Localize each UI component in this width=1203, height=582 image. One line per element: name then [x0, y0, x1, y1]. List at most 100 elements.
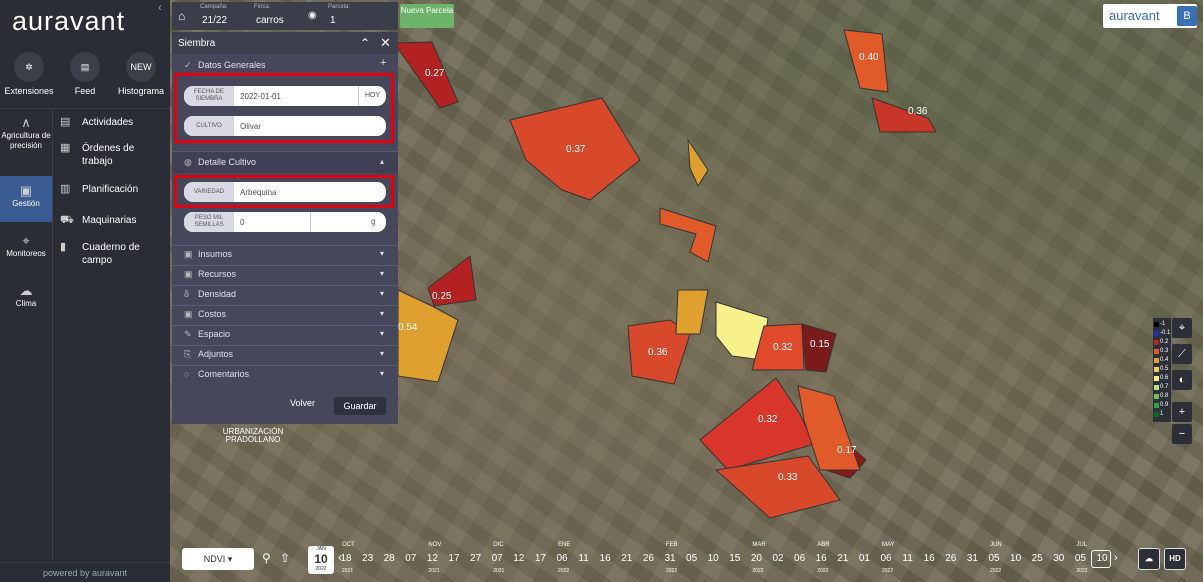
timeline-next-icon[interactable]: ›: [1114, 552, 1118, 564]
menu-ordenes[interactable]: ▦ Órdenes de trabajo: [60, 142, 165, 172]
campaign-value[interactable]: 21/22: [202, 15, 227, 26]
farm-value[interactable]: carros: [256, 15, 284, 26]
timeline-date[interactable]: 10: [701, 553, 725, 564]
timeline-date[interactable]: 05: [982, 553, 1006, 564]
ndvi-value: 0.36: [648, 347, 668, 358]
plot-value[interactable]: 1: [330, 15, 336, 26]
timeline-date[interactable]: 21: [831, 553, 855, 564]
notebook-icon: ▮: [60, 241, 67, 253]
section-recursos[interactable]: ▣ Recursos ▾: [172, 265, 398, 283]
timeline-date[interactable]: 17: [528, 553, 552, 564]
chevron-down-icon[interactable]: ▾: [380, 289, 384, 298]
timeline-date[interactable]: 16: [809, 553, 833, 564]
ndvi-value: 0.37: [566, 144, 586, 155]
chevron-up-icon[interactable]: ▴: [380, 157, 384, 166]
variety-field[interactable]: VARIEDAD Arbequina: [184, 182, 386, 202]
timeline-date[interactable]: 30: [1047, 553, 1071, 564]
histogram-button[interactable]: NEW Histograma: [113, 52, 169, 96]
timeline-date[interactable]: 12: [420, 553, 444, 564]
crop-field[interactable]: CULTIVO Olivar: [184, 116, 386, 136]
location-pin-icon[interactable]: ⌖: [1172, 318, 1192, 338]
search-icon[interactable]: ⚲: [262, 551, 271, 565]
timeline-date[interactable]: 16: [593, 553, 617, 564]
chevron-down-icon[interactable]: ▾: [380, 369, 384, 378]
timeline-date[interactable]: 23: [356, 553, 380, 564]
nav-agricultura[interactable]: ∧ Agricultura de precisión: [0, 116, 52, 174]
feed-button[interactable]: ▤ Feed: [57, 52, 113, 96]
timeline-date[interactable]: 05: [1068, 553, 1092, 564]
calendar-button[interactable]: JAN 10 2022: [308, 546, 334, 574]
timeline-date[interactable]: 25: [1025, 553, 1049, 564]
chevron-down-icon[interactable]: ▾: [380, 309, 384, 318]
timeline-date[interactable]: 26: [636, 553, 660, 564]
zoom-out-button[interactable]: −: [1172, 424, 1192, 444]
menu-actividades[interactable]: ▤ Actividades: [60, 116, 165, 132]
menu-cuaderno[interactable]: ▮ Cuaderno de campo: [60, 241, 165, 271]
plus-icon[interactable]: +: [380, 57, 386, 69]
contrast-icon[interactable]: ◐: [1172, 370, 1192, 390]
timeline-date[interactable]: 16: [917, 553, 941, 564]
timeline-date[interactable]: 02: [766, 553, 790, 564]
timeline-date[interactable]: 06: [788, 553, 812, 564]
timeline-date[interactable]: 27: [464, 553, 488, 564]
nav-monitoreos[interactable]: ⌖ Monitoreos: [0, 234, 52, 272]
seed-weight-field[interactable]: PESO MIL SEMILLAS 0 g: [184, 212, 386, 232]
back-button[interactable]: Volver: [290, 398, 315, 408]
section-costos[interactable]: ▣ Costos ▾: [172, 305, 398, 323]
avatar[interactable]: B: [1177, 6, 1197, 26]
timeline-date[interactable]: 10: [1004, 553, 1028, 564]
timeline-date[interactable]: 07: [399, 553, 423, 564]
menu-planificacion[interactable]: ▥ Planificación: [60, 183, 165, 199]
chevron-up-icon[interactable]: ⌃: [360, 36, 370, 50]
sowing-date-field[interactable]: FECHA DE SIEMBRA 2022-01-01 HOY: [184, 86, 386, 106]
chevron-down-icon[interactable]: ▾: [380, 349, 384, 358]
hd-toggle[interactable]: HD: [1164, 548, 1186, 570]
chevron-down-icon[interactable]: ▾: [380, 269, 384, 278]
timeline-date[interactable]: 20: [744, 553, 768, 564]
timeline-date[interactable]: 05: [680, 553, 704, 564]
chevron-down-icon[interactable]: ▾: [380, 329, 384, 338]
timeline-date[interactable]: 11: [896, 553, 920, 564]
timeline-date[interactable]: 15: [723, 553, 747, 564]
index-select[interactable]: NDVI ▾: [182, 548, 254, 570]
timeline-date[interactable]: 31: [960, 553, 984, 564]
timeline-date[interactable]: 28: [377, 553, 401, 564]
section-crop-detail[interactable]: ◍ Detalle Cultivo ▴: [172, 151, 398, 173]
new-plot-button[interactable]: Nueva Parcela: [400, 4, 454, 28]
timeline-date[interactable]: 31: [658, 553, 682, 564]
collapse-sidebar-icon[interactable]: ‹: [158, 2, 162, 14]
nav-clima[interactable]: ☁ Clima: [0, 284, 52, 322]
timeline-date[interactable]: 07: [485, 553, 509, 564]
nav-gestion[interactable]: ▣ Gestión: [0, 176, 52, 222]
timeline-date[interactable]: 21: [615, 553, 639, 564]
zoom-in-button[interactable]: +: [1172, 402, 1192, 422]
section-insumos[interactable]: ▣ Insumos ▾: [172, 245, 398, 263]
upload-icon[interactable]: ⇧: [280, 551, 290, 565]
extensions-button[interactable]: ✲ Extensiones: [1, 52, 57, 96]
menu-maquinarias[interactable]: ⛟ Maquinarias: [60, 214, 165, 230]
timeline-date[interactable]: 12: [507, 553, 531, 564]
ndvi-legend: -1 -0.1 0.2 0.3 0.4 0.5 0.6 0.7 0.8 0.9 1: [1153, 318, 1171, 422]
cloud-toggle-icon[interactable]: ☁: [1138, 548, 1160, 570]
timeline-date[interactable]: 06: [550, 553, 574, 564]
close-icon[interactable]: ✕: [380, 35, 391, 51]
timeline-date[interactable]: 01: [852, 553, 876, 564]
nav-label: Clima: [15, 299, 37, 308]
save-button[interactable]: Guardar: [334, 397, 386, 415]
timeline-date[interactable]: 06: [874, 553, 898, 564]
section-espacio[interactable]: ✎ Espacio ▾: [172, 325, 398, 343]
timeline-date[interactable]: 17: [442, 553, 466, 564]
nav-label: Agricultura de precisión: [1, 131, 51, 150]
section-densidad[interactable]: δ Densidad ▾: [172, 285, 398, 303]
home-icon[interactable]: ⌂: [178, 9, 185, 23]
section-comentarios[interactable]: ○ Comentarios ▾: [172, 365, 398, 383]
timeline-date[interactable]: 26: [939, 553, 963, 564]
eye-icon[interactable]: ◉: [308, 10, 317, 21]
chevron-down-icon[interactable]: ▾: [380, 249, 384, 258]
timeline-date[interactable]: 11: [572, 553, 596, 564]
nav-label: Gestión: [12, 199, 40, 208]
section-adjuntos[interactable]: ⎘ Adjuntos ▾: [172, 345, 398, 363]
ruler-icon[interactable]: ⟋: [1172, 344, 1192, 364]
today-button[interactable]: HOY: [358, 86, 380, 106]
timeline-date[interactable]: 18: [334, 553, 358, 564]
